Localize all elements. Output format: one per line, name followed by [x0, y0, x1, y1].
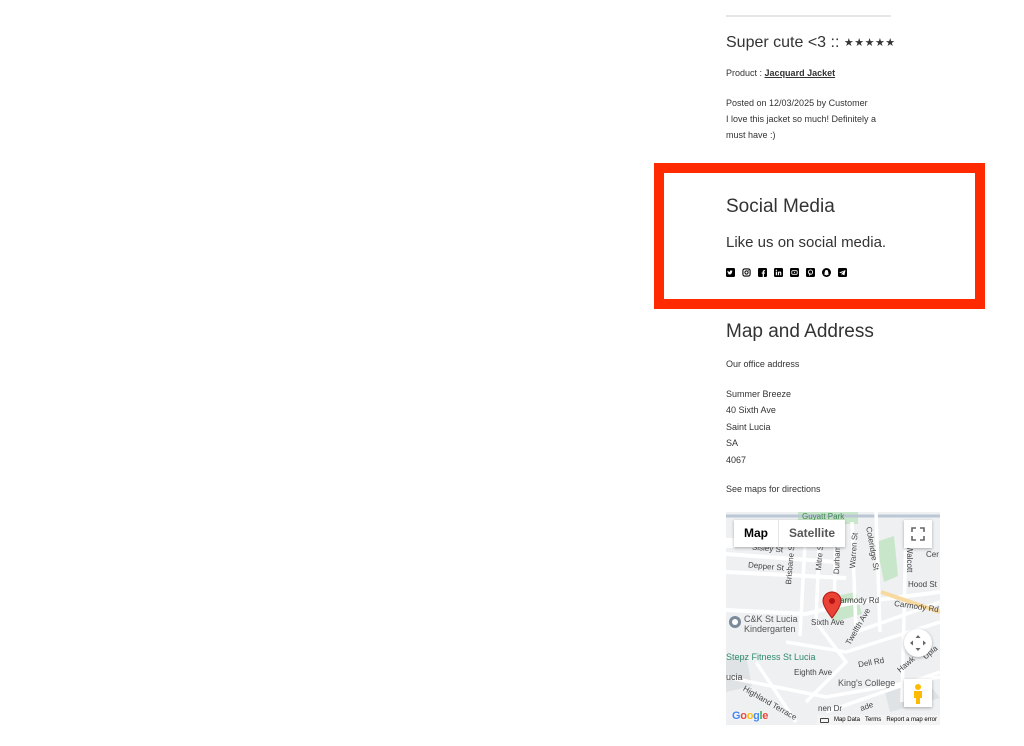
review-posted: Posted on 12/03/2025 by Customer	[726, 98, 868, 108]
address-block: Summer Breeze 40 Sixth Ave Saint Lucia S…	[726, 386, 791, 468]
map-type-map-button[interactable]: Map	[734, 520, 778, 547]
social-icons	[726, 268, 847, 277]
office-label: Our office address	[726, 359, 800, 369]
map-label: ucia	[726, 672, 743, 682]
map-label: Stepz Fitness St Lucia	[726, 652, 816, 662]
google-logo[interactable]: Google	[732, 710, 768, 722]
map-label: armody Rd	[840, 596, 880, 605]
pinterest-icon[interactable]	[806, 268, 815, 277]
camera-control-button[interactable]	[904, 629, 932, 657]
map-label: Cer	[926, 550, 939, 559]
google-map[interactable]: Guyatt Park Sisley St Depper St Brisbane…	[726, 512, 940, 725]
street-view-pegman[interactable]	[904, 679, 932, 707]
facebook-icon[interactable]	[758, 268, 767, 277]
map-data-link[interactable]: Map Data	[834, 717, 860, 723]
directions-text: See maps for directions	[726, 484, 821, 494]
map-label: Walcott	[905, 546, 914, 573]
address-line: SA	[726, 438, 739, 449]
map-label: King's College	[838, 678, 896, 688]
rating-stars: ★★★★★	[843, 37, 896, 49]
camera-control-icon	[910, 635, 926, 651]
review-body: I love this jacket so much! Definitely a…	[726, 114, 877, 140]
address-line: 40 Sixth Ave	[726, 405, 776, 416]
review-product: Product : Jacquard Jacket	[726, 65, 835, 81]
address-line: Summer Breeze	[726, 389, 792, 399]
pegman-icon	[914, 684, 922, 704]
review-title: Super cute <3 :: ★★★★★	[726, 34, 896, 52]
linkedin-icon[interactable]	[774, 268, 783, 277]
section-divider	[726, 15, 891, 17]
address-line: 4067	[726, 454, 747, 465]
snapchat-icon[interactable]	[822, 268, 831, 277]
map-label: nen Dr	[818, 704, 843, 713]
map-type-satellite-button[interactable]: Satellite	[778, 520, 845, 547]
fullscreen-button[interactable]	[904, 520, 932, 548]
map-footer: Map Data Terms Report a map error	[816, 715, 940, 725]
report-map-error-link[interactable]: Report a map error	[886, 717, 937, 723]
map-label: Sixth Ave	[811, 618, 845, 627]
instagram-icon[interactable]	[742, 268, 751, 277]
product-link[interactable]: Jacquard Jacket	[765, 68, 836, 78]
review-meta: Posted on 12/03/2025 by Customer I love …	[726, 95, 896, 143]
map-heading: Map and Address	[726, 321, 874, 342]
product-prefix: Product :	[726, 68, 763, 78]
social-text: Like us on social media.	[726, 234, 887, 251]
keyboard-shortcuts-icon[interactable]	[819, 717, 829, 723]
social-heading: Social Media	[726, 196, 835, 217]
map-label: Hood St	[908, 580, 937, 589]
address-line: Saint Lucia	[726, 421, 771, 432]
terms-link[interactable]: Terms	[865, 717, 881, 723]
telegram-icon[interactable]	[838, 268, 847, 277]
twitter-icon[interactable]	[726, 268, 735, 277]
youtube-icon[interactable]	[790, 268, 799, 277]
fullscreen-icon	[911, 527, 925, 541]
review-title-text: Super cute <3 ::	[726, 34, 840, 51]
map-label: C&K St Lucia	[744, 614, 798, 624]
map-label: Eighth Ave	[794, 668, 833, 677]
map-type-toggle: Map Satellite	[734, 520, 846, 547]
map-label: Kindergarten	[744, 624, 796, 634]
